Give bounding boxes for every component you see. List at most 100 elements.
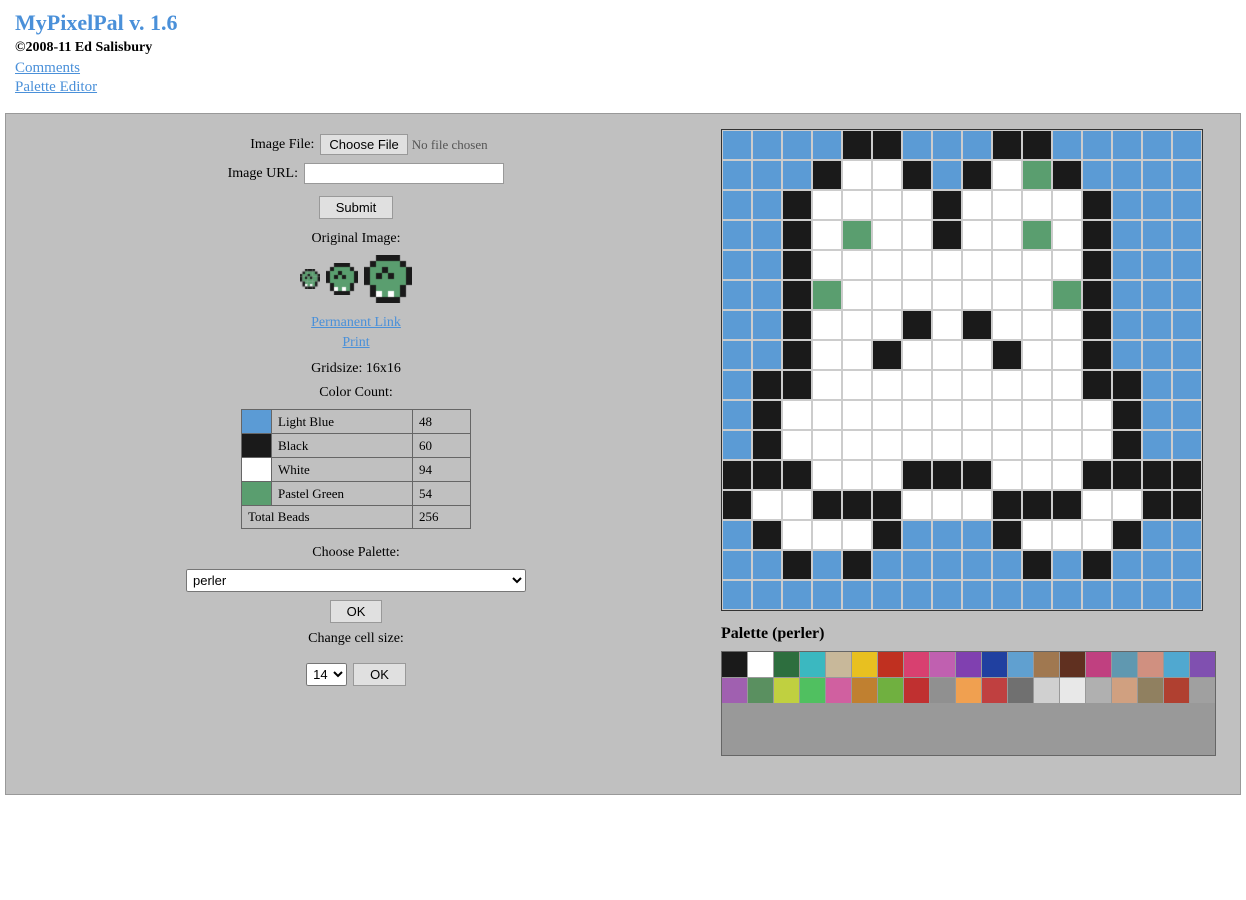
pixel-cell <box>1082 160 1112 190</box>
palette-swatch[interactable] <box>852 652 877 677</box>
pixel-cell <box>1052 520 1082 550</box>
palette-swatch[interactable] <box>1034 652 1059 677</box>
pixel-cell <box>872 280 902 310</box>
palette-swatch[interactable] <box>852 678 877 703</box>
palette-swatch[interactable] <box>800 652 825 677</box>
palette-swatch[interactable] <box>878 678 903 703</box>
palette-swatch[interactable] <box>1112 652 1137 677</box>
pixel-cell <box>1052 190 1082 220</box>
pixel-cell <box>1022 520 1052 550</box>
pixel-cell <box>812 190 842 220</box>
permanent-link[interactable]: Permanent Link <box>311 315 401 330</box>
pixel-cell <box>782 580 812 610</box>
palette-swatch[interactable] <box>748 678 773 703</box>
thumbnail-large <box>364 255 412 303</box>
pixel-cell <box>1082 310 1112 340</box>
pixel-cell <box>812 250 842 280</box>
pixel-cell <box>872 550 902 580</box>
palette-swatch[interactable] <box>1034 678 1059 703</box>
pixel-cell <box>782 400 812 430</box>
palette-swatch[interactable] <box>1190 652 1215 677</box>
palette-swatch[interactable] <box>1060 652 1085 677</box>
color-name: Black <box>272 434 413 458</box>
palette-swatch[interactable] <box>826 652 851 677</box>
image-url-input[interactable] <box>304 163 504 184</box>
palette-swatch[interactable] <box>1008 652 1033 677</box>
cell-size-select[interactable]: 14 16 20 24 30 <box>306 663 347 686</box>
palette-swatch[interactable] <box>1112 678 1137 703</box>
pixel-cell <box>812 460 842 490</box>
pixel-cell <box>752 250 782 280</box>
palette-swatch[interactable] <box>800 678 825 703</box>
pixel-cell <box>1022 550 1052 580</box>
palette-swatch[interactable] <box>1164 678 1189 703</box>
pixel-cell <box>872 370 902 400</box>
palette-swatch[interactable] <box>1138 678 1163 703</box>
pixel-cell <box>1142 220 1172 250</box>
pixel-cell <box>752 520 782 550</box>
palette-swatch[interactable] <box>722 678 747 703</box>
pixel-cell <box>1082 520 1112 550</box>
color-swatch <box>242 458 272 482</box>
palette-swatch[interactable] <box>930 678 955 703</box>
palette-swatch[interactable] <box>1060 678 1085 703</box>
pixel-cell <box>842 460 872 490</box>
palette-swatch[interactable] <box>748 652 773 677</box>
image-url-label: Image URL: <box>208 166 298 182</box>
comments-link[interactable]: Comments <box>15 60 1231 77</box>
palette-swatch[interactable] <box>774 678 799 703</box>
pixel-cell <box>752 220 782 250</box>
palette-swatch[interactable] <box>1164 652 1189 677</box>
palette-swatch[interactable] <box>1190 678 1215 703</box>
pixel-cell <box>1022 400 1052 430</box>
palette-swatch[interactable] <box>1138 652 1163 677</box>
pixel-cell <box>1022 490 1052 520</box>
palette-swatch[interactable] <box>774 652 799 677</box>
palette-swatch[interactable] <box>1086 652 1111 677</box>
pixel-cell <box>932 250 962 280</box>
pixel-cell <box>1142 310 1172 340</box>
choose-file-button[interactable]: Choose File <box>320 134 407 155</box>
total-beads-row: Total Beads 256 <box>242 506 471 529</box>
image-file-label: Image File: <box>224 137 314 153</box>
palette-swatch[interactable] <box>826 678 851 703</box>
palette-select[interactable]: perlerhamaartkalnabbi <box>186 569 526 592</box>
palette-swatch[interactable] <box>930 652 955 677</box>
pixel-cell <box>962 490 992 520</box>
pixel-cell <box>992 340 1022 370</box>
print-link[interactable]: Print <box>342 335 369 350</box>
pixel-cell <box>1052 220 1082 250</box>
palette-swatch[interactable] <box>982 678 1007 703</box>
palette-swatch[interactable] <box>956 678 981 703</box>
left-panel: Image File: Choose File No file chosen I… <box>6 114 706 794</box>
pixel-cell <box>752 310 782 340</box>
color-name: White <box>272 458 413 482</box>
pixel-cell <box>722 430 752 460</box>
pixel-cell <box>902 190 932 220</box>
main-container: Image File: Choose File No file chosen I… <box>5 113 1241 795</box>
pixel-cell <box>1112 160 1142 190</box>
palette-swatch[interactable] <box>904 678 929 703</box>
palette-swatch[interactable] <box>1008 678 1033 703</box>
pixel-cell <box>932 490 962 520</box>
pixel-cell <box>812 430 842 460</box>
palette-swatch[interactable] <box>1086 678 1111 703</box>
pixel-cell <box>782 160 812 190</box>
file-input-wrapper: Choose File No file chosen <box>320 134 487 155</box>
pixel-cell <box>962 340 992 370</box>
pixel-cell <box>1172 130 1202 160</box>
palette-swatch[interactable] <box>982 652 1007 677</box>
palette-swatch[interactable] <box>722 652 747 677</box>
submit-button[interactable]: Submit <box>319 196 393 219</box>
palette-ok-button[interactable]: OK <box>330 600 383 623</box>
palette-editor-link[interactable]: Palette Editor <box>15 79 1231 96</box>
pixel-cell <box>1022 190 1052 220</box>
pixel-cell <box>992 160 1022 190</box>
pixel-cell <box>902 130 932 160</box>
palette-swatch[interactable] <box>878 652 903 677</box>
pixel-cell <box>812 310 842 340</box>
palette-section: Choose Palette: perlerhamaartkalnabbi OK <box>16 545 696 631</box>
palette-swatch[interactable] <box>956 652 981 677</box>
cell-size-ok-button[interactable]: OK <box>353 663 406 686</box>
palette-swatch[interactable] <box>904 652 929 677</box>
